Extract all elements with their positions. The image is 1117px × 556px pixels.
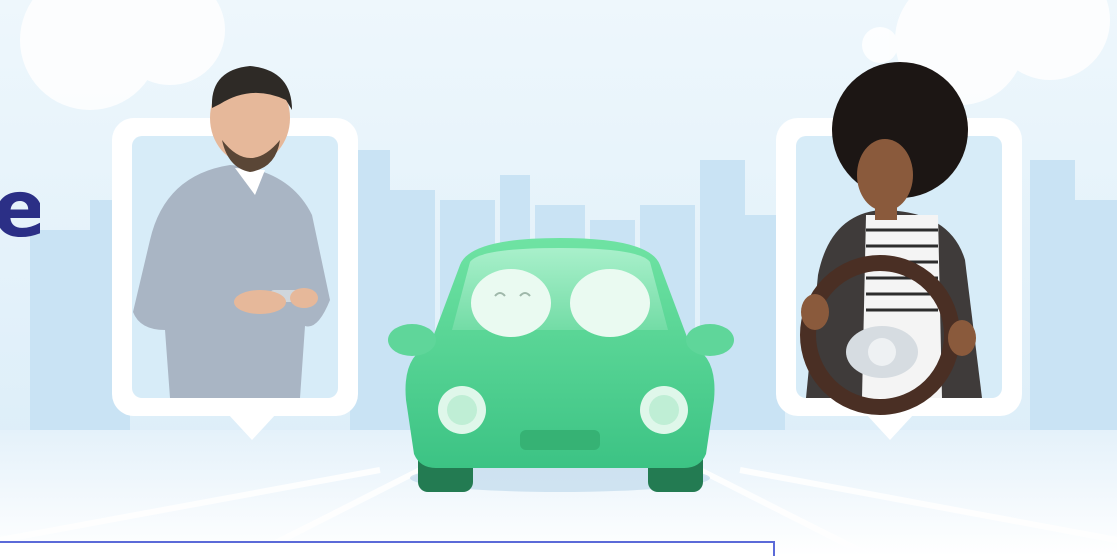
- hero-illustration: [0, 0, 1117, 556]
- input-field-edge[interactable]: [0, 541, 775, 556]
- heading-fragment: e: [0, 170, 40, 250]
